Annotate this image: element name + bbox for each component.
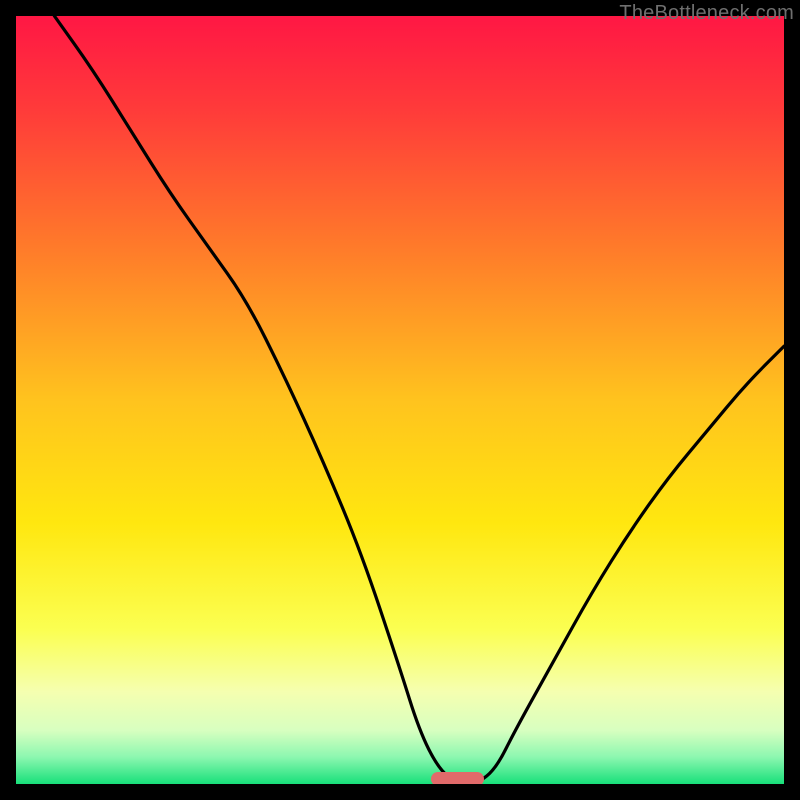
watermark-label: TheBottleneck.com	[619, 2, 794, 25]
chart-container: TheBottleneck.com	[0, 0, 800, 800]
bottleneck-curve	[16, 16, 784, 784]
optimum-marker	[431, 772, 485, 784]
plot-area	[16, 16, 784, 784]
